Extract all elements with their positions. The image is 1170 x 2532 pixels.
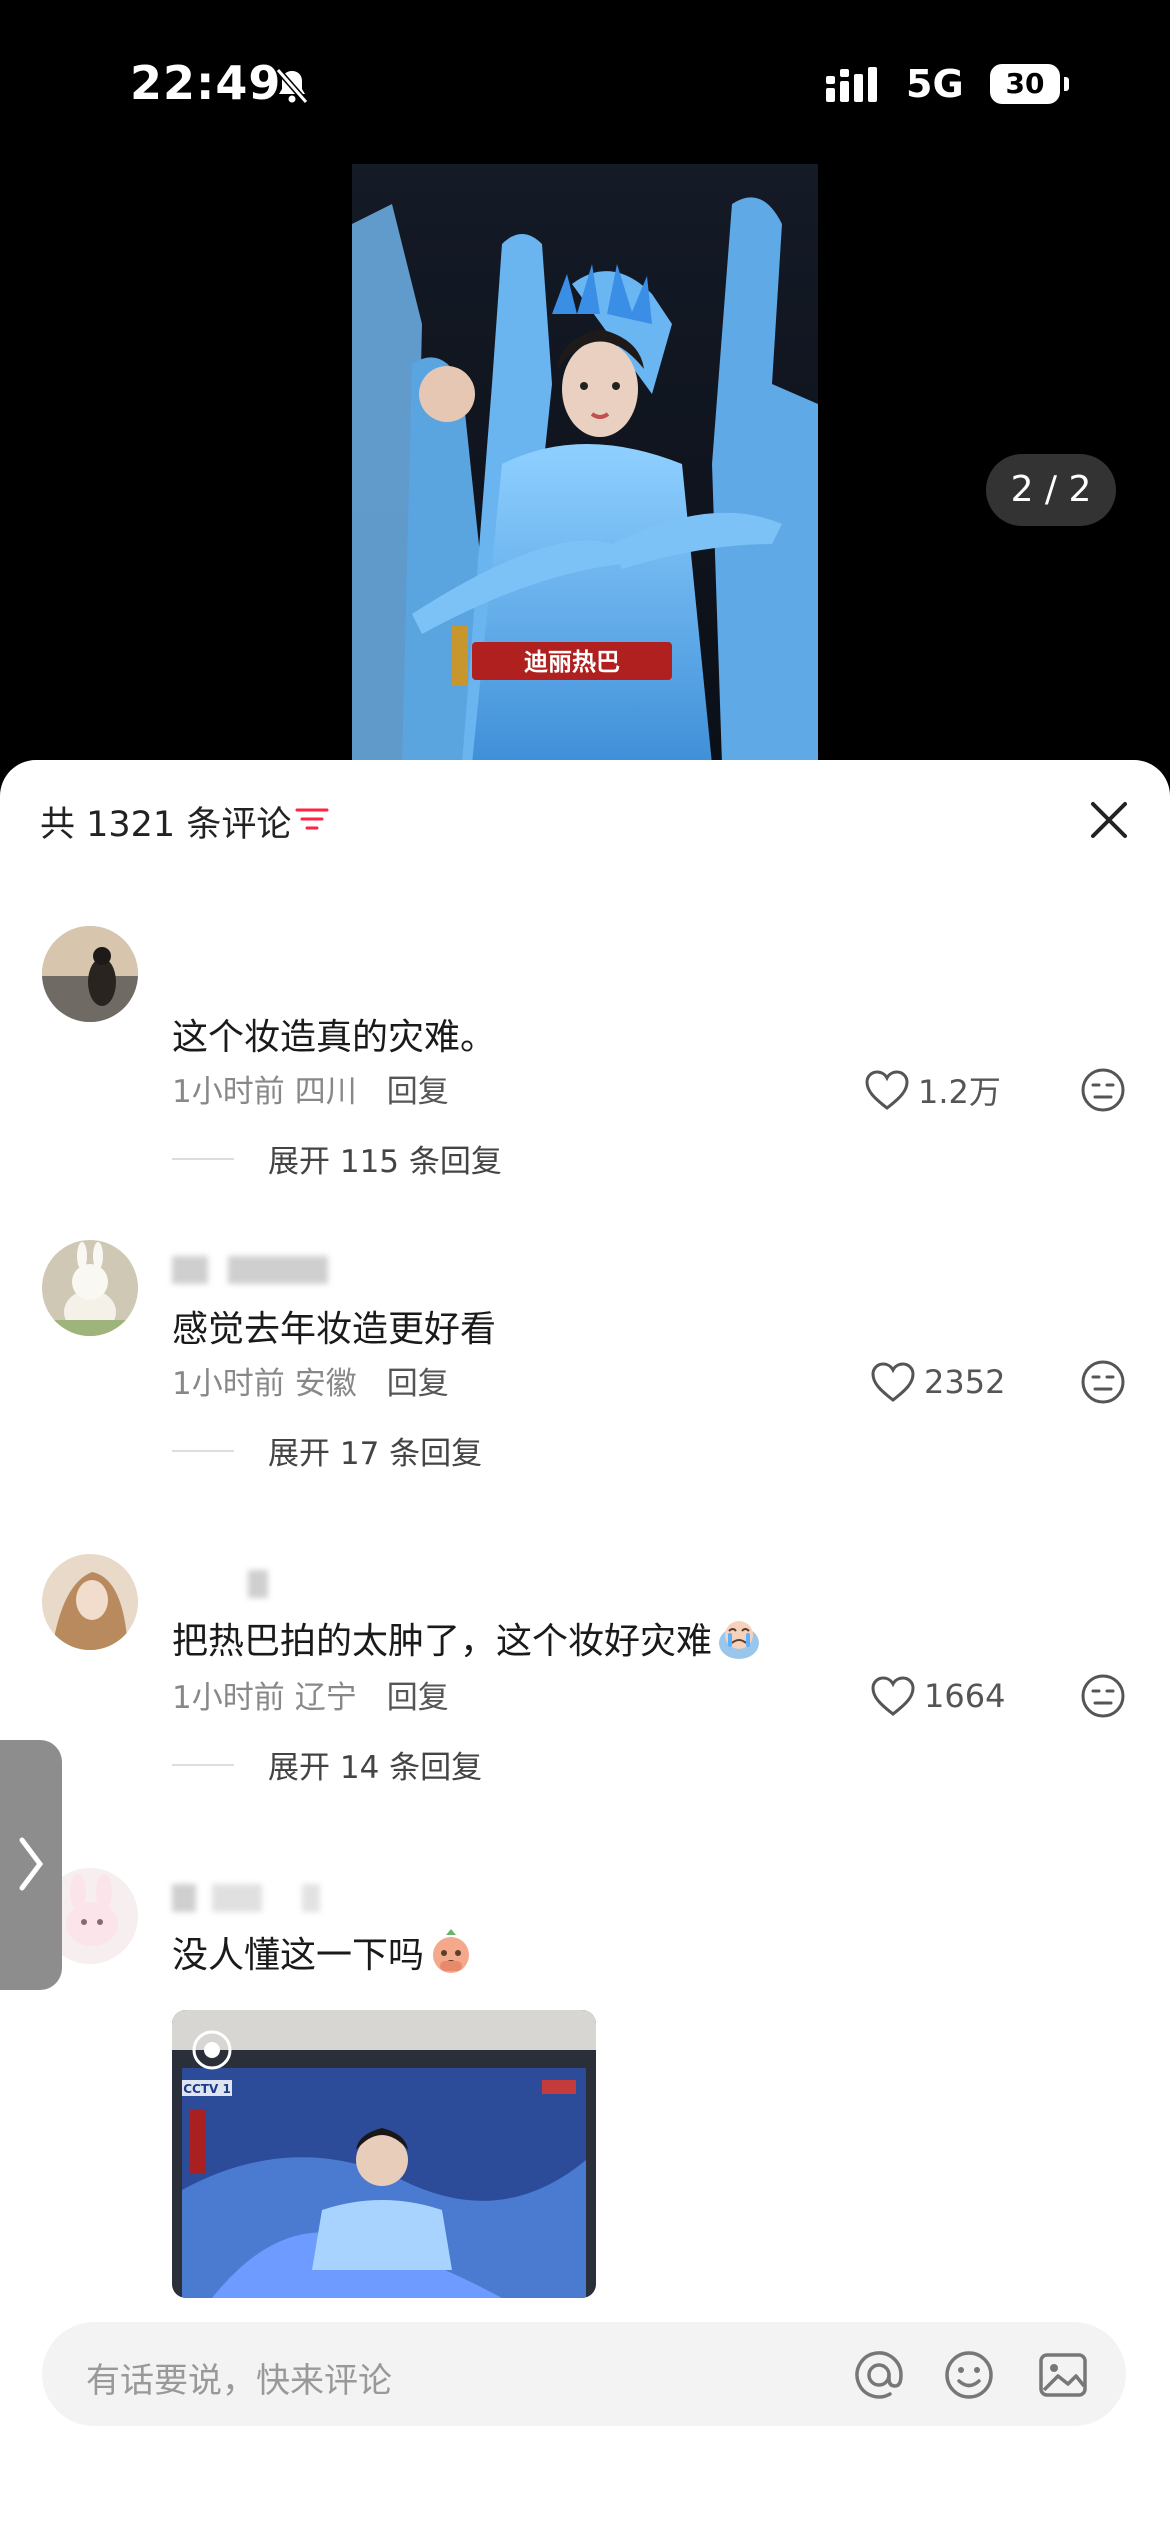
expand-replies-button[interactable]: 展开 17 条回复 [172, 1428, 482, 1473]
comment-time: 1小时前 [172, 1680, 285, 1716]
media-viewer[interactable]: 迪丽热巴 2 / 2 [0, 160, 1170, 780]
comment-time: 1小时前 [172, 1366, 285, 1402]
divider [172, 1449, 234, 1452]
heart-icon [871, 1676, 915, 1716]
comment-text: 把热巴拍的太肿了，这个妆好灾难 [172, 1612, 764, 1664]
performer-caption: 迪丽热巴 [524, 648, 620, 676]
comment-input-bar[interactable]: 有话要说，快来评论 [42, 2322, 1126, 2426]
comment-location: 辽宁 [294, 1680, 357, 1716]
status-time: 22:49 [130, 56, 282, 110]
expand-replies-label: 展开 14 条回复 [268, 1750, 483, 1786]
expand-replies-button[interactable]: 展开 14 条回复 [172, 1742, 482, 1787]
comment-text: 没人懂这一下吗 [172, 1926, 476, 1978]
sheet-header: 共 1321 条评论 [0, 760, 1170, 880]
comment-text: 感觉去年妆造更好看 [172, 1309, 497, 1350]
comment-meta: 1小时前 四川 回复 [172, 1066, 459, 1111]
comment-input-placeholder[interactable]: 有话要说，快来评论 [86, 2353, 392, 2402]
heart-icon [871, 1362, 915, 1402]
comment-text-content: 没人懂这一下吗 [172, 1935, 425, 1976]
like-count: 1.2万 [918, 1073, 1001, 1111]
signal-bars-icon [826, 67, 877, 102]
expand-replies-label: 展开 17 条回复 [268, 1436, 483, 1472]
dislike-face-icon[interactable] [1080, 1359, 1126, 1405]
divider [172, 1763, 234, 1766]
network-type: 5G [906, 62, 964, 106]
comment-time: 1小时前 [172, 1074, 285, 1110]
comment-meta: 1小时前 安徽 回复 [172, 1358, 459, 1403]
comment-count: 共 1321 条评论 [40, 805, 292, 845]
expand-replies-button[interactable]: 展开 115 条回复 [172, 1136, 502, 1181]
heart-icon [865, 1070, 909, 1110]
like-count: 2352 [924, 1363, 1006, 1401]
chevron-right-icon [19, 1837, 44, 1891]
expand-replies-label: 展开 115 条回复 [268, 1144, 502, 1180]
crying-emoji-icon [719, 1621, 760, 1659]
comment-image[interactable]: CCTV 1 [172, 2010, 596, 2298]
reply-button[interactable]: 回复 [387, 1074, 449, 1110]
comment-location: 安徽 [294, 1366, 357, 1402]
comment-text-content: 把热巴拍的太肿了，这个妆好灾难 [172, 1621, 713, 1662]
dislike-face-icon[interactable] [1080, 1067, 1126, 1113]
comment-text: 这个妆造真的灾难。 [172, 1017, 497, 1058]
divider [172, 1157, 234, 1160]
comment-meta: 1小时前 辽宁 回复 [172, 1672, 459, 1717]
pleading-emoji-icon [433, 1929, 470, 1973]
like-button[interactable]: 1664 [870, 1672, 1005, 1720]
comment-location: 四川 [294, 1074, 357, 1110]
like-button[interactable]: 2352 [870, 1358, 1005, 1406]
sort-filter-icon[interactable] [295, 804, 329, 834]
video-thumbnail[interactable]: 迪丽热巴 [352, 164, 818, 764]
side-collapse-tab[interactable] [0, 1740, 62, 1990]
battery-level: 30 [990, 64, 1069, 104]
reply-button[interactable]: 回复 [387, 1366, 449, 1402]
like-button[interactable]: 1.2万 [864, 1066, 1001, 1114]
dislike-face-icon[interactable] [1080, 1673, 1126, 1719]
bell-slash-icon [275, 68, 309, 104]
like-count: 1664 [924, 1677, 1006, 1715]
reply-button[interactable]: 回复 [387, 1680, 449, 1716]
mention-at-icon[interactable] [852, 2348, 906, 2402]
emoji-icon[interactable] [942, 2348, 996, 2402]
image-upload-icon[interactable] [1036, 2348, 1090, 2402]
avatar[interactable] [42, 1240, 138, 1336]
page-indicator: 2 / 2 [986, 454, 1116, 526]
comment-sheet: 共 1321 条评论 这个妆造真的灾难。 1小时前 四川 回复 1.2万 展开 … [0, 760, 1170, 2532]
avatar[interactable] [42, 926, 138, 1022]
status-bar: 22:49 5G 30 [0, 0, 1170, 160]
avatar[interactable] [42, 1554, 138, 1650]
close-icon[interactable] [1085, 796, 1133, 844]
channel-logo: CCTV 1 [183, 2082, 231, 2096]
